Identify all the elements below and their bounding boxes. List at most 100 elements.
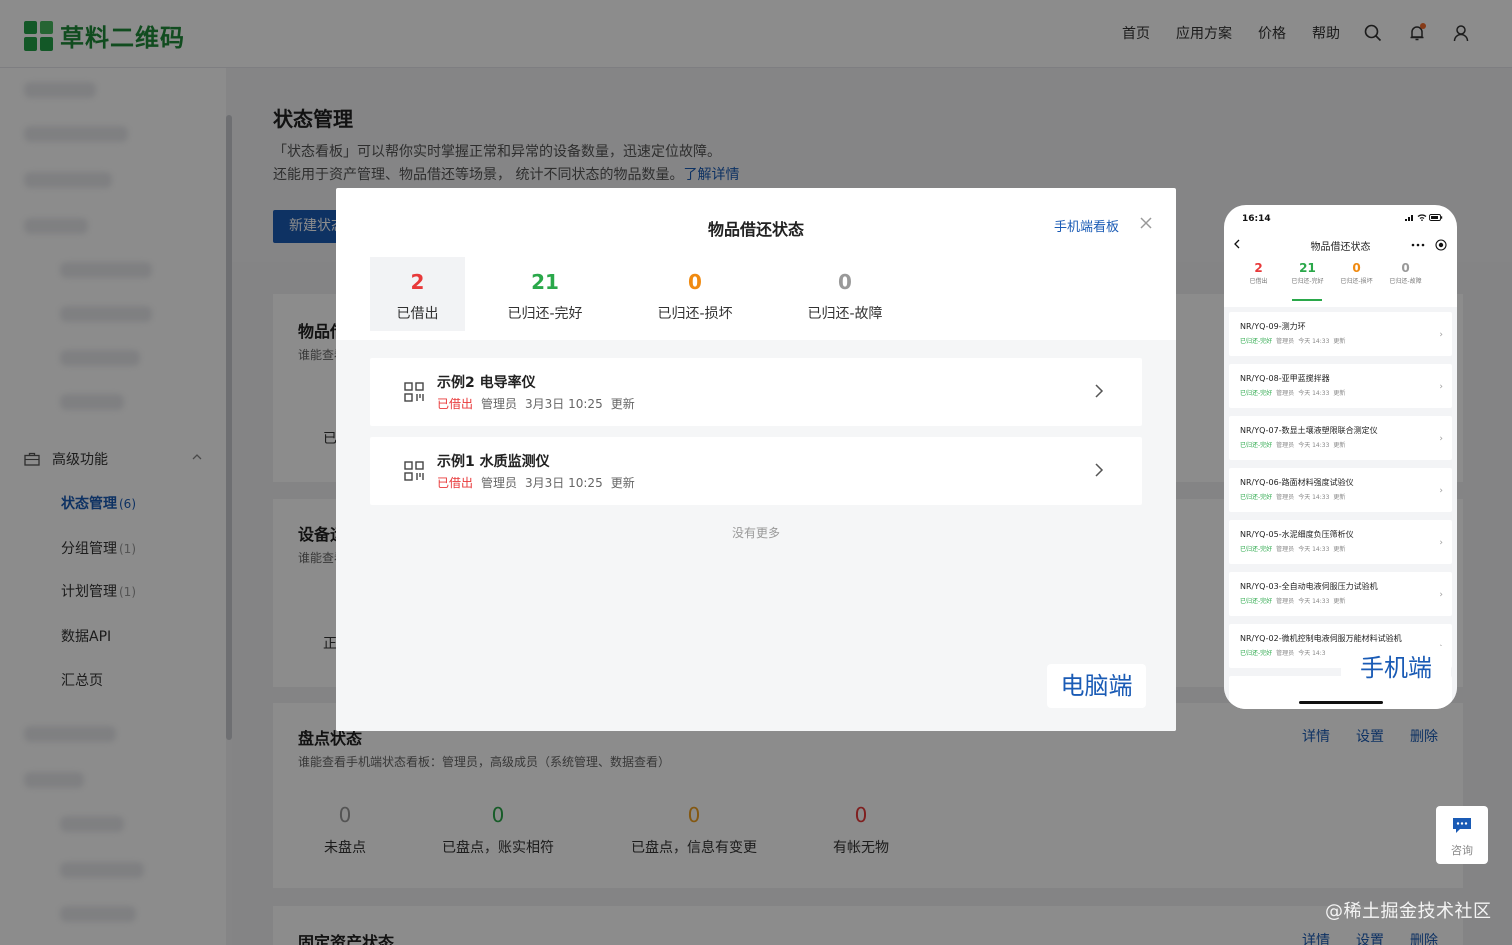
tab-returned-faulty[interactable]: 0 已归还-故障 <box>781 257 909 331</box>
mobile-label: 手机端 <box>1341 646 1451 690</box>
item-time: 3月3日 10:25 <box>525 397 603 411</box>
phone-item-name: NR/YQ-09-测力环 <box>1240 322 1306 331</box>
mobile-board-link[interactable]: 手机端看板 <box>1054 216 1119 235</box>
more-icon[interactable] <box>1411 243 1425 247</box>
phone-tab-count: 0 <box>1352 261 1361 275</box>
phone-item-action: 更新 <box>1333 598 1346 605</box>
phone-item-action: 更新 <box>1333 494 1346 501</box>
phone-tab[interactable]: 2 已借出 <box>1234 261 1283 286</box>
item-meta: 已借出 管理员 3月3日 10:25 更新 <box>437 395 643 412</box>
phone-item-time: 今天 14:3 <box>1298 650 1326 657</box>
tab-label: 已归还-故障 <box>807 306 883 322</box>
wifi-icon <box>1417 214 1427 221</box>
list-item[interactable]: 示例1 水质监测仪 已借出 管理员 3月3日 10:25 更新 <box>370 437 1142 505</box>
phone-item-user: 管理员 <box>1276 546 1295 553</box>
phone-tab-count: 21 <box>1299 261 1316 275</box>
phone-tab-count: 2 <box>1254 261 1263 275</box>
phone-item-name: NR/YQ-07-数显土壤液塑限联合测定仪 <box>1240 426 1378 435</box>
item-user: 管理员 <box>481 397 518 411</box>
item-name: 示例1 水质监测仪 <box>437 454 550 470</box>
phone-item-time: 今天 14:33 <box>1298 442 1330 449</box>
phone-item-meta: 已归还-完好 管理员 今天 14:33 更新 <box>1240 544 1349 553</box>
phone-tab-label: 已归还-故障 <box>1389 278 1422 285</box>
tab-borrowed[interactable]: 2 已借出 <box>370 257 465 331</box>
tab-count: 21 <box>531 270 559 294</box>
phone-item-action: 更新 <box>1333 390 1346 397</box>
chevron-right-icon: › <box>1439 486 1443 496</box>
item-status: 已借出 <box>437 397 474 411</box>
phone-tabs: 2 已借出 21 已归还-完好 0 已归还-损坏 0 已归还-故障 <box>1234 261 1430 286</box>
phone-item-meta: 已归还-完好 管理员 今天 14:33 更新 <box>1240 336 1349 345</box>
tab-label: 已归还-完好 <box>507 306 583 322</box>
phone-item-meta: 已归还-完好 管理员 今天 14:33 更新 <box>1240 440 1349 449</box>
phone-item-user: 管理员 <box>1276 442 1295 449</box>
item-status: 已借出 <box>437 476 474 490</box>
mobile-preview: 16:14 物品借还状态 2 已借出 21 已归还-完好 0 已归还-损坏 0 已归还-… <box>1224 205 1457 709</box>
phone-item-name: NR/YQ-08-亚甲蓝搅拌器 <box>1240 374 1330 383</box>
item-action: 更新 <box>610 397 635 411</box>
chat-icon <box>1453 818 1471 833</box>
phone-status-icons <box>1405 214 1443 221</box>
phone-list-item[interactable]: NR/YQ-05-水泥细度负压筛析仪 已归还-完好 管理员 今天 14:33 更新 › <box>1229 520 1452 564</box>
consult-button[interactable]: 咨询 <box>1436 806 1488 864</box>
tab-returned-good[interactable]: 21 已归还-完好 <box>481 257 609 331</box>
phone-list-item[interactable]: NR/YQ-08-亚甲蓝搅拌器 已归还-完好 管理员 今天 14:33 更新 › <box>1229 364 1452 408</box>
consult-label: 咨询 <box>1451 844 1473 857</box>
phone-item-user: 管理员 <box>1276 650 1295 657</box>
chevron-right-icon: › <box>1439 434 1443 444</box>
close-icon[interactable] <box>1138 215 1154 231</box>
phone-item-user: 管理员 <box>1276 338 1295 345</box>
tab-count: 0 <box>688 270 702 294</box>
phone-list-item[interactable]: NR/YQ-09-测力环 已归还-完好 管理员 今天 14:33 更新 › <box>1229 312 1452 356</box>
phone-tab-indicator <box>1292 299 1322 301</box>
modal-title: 物品借还状态 <box>707 220 804 239</box>
phone-tab[interactable]: 0 已归还-故障 <box>1381 261 1430 286</box>
phone-item-status: 已归还-完好 <box>1240 338 1273 345</box>
target-icon[interactable] <box>1435 239 1447 251</box>
item-meta: 已借出 管理员 3月3日 10:25 更新 <box>437 474 643 491</box>
item-time: 3月3日 10:25 <box>525 476 603 490</box>
phone-item-meta: 已归还-完好 管理员 今天 14:33 更新 <box>1240 388 1349 397</box>
phone-item-meta: 已归还-完好 管理员 今天 14:33 更新 <box>1240 596 1349 605</box>
phone-list-item[interactable]: NR/YQ-06-路面材料强度试验仪 已归还-完好 管理员 今天 14:33 更新 › <box>1229 468 1452 512</box>
phone-item-status: 已归还-完好 <box>1240 546 1273 553</box>
status-board-modal: 物品借还状态 手机端看板 2 已借出 21 已归还-完好 0 已归还-损坏 0 已归还-… <box>336 188 1176 731</box>
phone-item-time: 今天 14:33 <box>1298 598 1330 605</box>
tab-count: 2 <box>410 270 425 294</box>
status-tabs: 2 已借出 21 已归还-完好 0 已归还-损坏 0 已归还-故障 <box>370 257 909 331</box>
phone-item-time: 今天 14:33 <box>1298 494 1330 501</box>
chevron-right-icon <box>1095 384 1104 398</box>
phone-item-name: NR/YQ-06-路面材料强度试验仪 <box>1240 478 1354 487</box>
phone-item-user: 管理员 <box>1276 390 1295 397</box>
battery-icon <box>1429 214 1443 221</box>
tab-returned-damaged[interactable]: 0 已归还-损坏 <box>631 257 759 331</box>
phone-list-item[interactable]: NR/YQ-07-数显土壤液塑限联合测定仪 已归还-完好 管理员 今天 14:33 更新… <box>1229 416 1452 460</box>
phone-tab[interactable]: 0 已归还-损坏 <box>1332 261 1381 286</box>
phone-list-item[interactable]: NR/YQ-03-全自动电液伺服压力试验机 已归还-完好 管理员 今天 14:33 更新… <box>1229 572 1452 616</box>
phone-item-time: 今天 14:33 <box>1298 338 1330 345</box>
chevron-right-icon: › <box>1439 590 1443 600</box>
phone-item-name: NR/YQ-05-水泥细度负压筛析仪 <box>1240 530 1354 539</box>
phone-item-status: 已归还-完好 <box>1240 494 1273 501</box>
phone-item-status: 已归还-完好 <box>1240 442 1273 449</box>
phone-item-status: 已归还-完好 <box>1240 598 1273 605</box>
phone-home-indicator <box>1299 701 1383 704</box>
tab-label: 已归还-损坏 <box>657 306 733 322</box>
qr-code-icon <box>404 382 424 402</box>
watermark: @稀土掘金技术社区 <box>1325 901 1492 922</box>
chevron-right-icon: › <box>1439 538 1443 548</box>
phone-item-action: 更新 <box>1333 338 1346 345</box>
chevron-right-icon: › <box>1439 330 1443 340</box>
phone-tab-count: 0 <box>1401 261 1410 275</box>
item-user: 管理员 <box>481 476 518 490</box>
item-name: 示例2 电导率仪 <box>437 375 536 391</box>
phone-item-time: 今天 14:33 <box>1298 546 1330 553</box>
phone-time: 16:14 <box>1242 214 1271 224</box>
list-item[interactable]: 示例2 电导率仪 已借出 管理员 3月3日 10:25 更新 <box>370 358 1142 426</box>
phone-item-name: NR/YQ-03-全自动电液伺服压力试验机 <box>1240 582 1378 591</box>
phone-item-status: 已归还-完好 <box>1240 650 1273 657</box>
phone-item-action: 更新 <box>1333 442 1346 449</box>
phone-tab[interactable]: 21 已归还-完好 <box>1283 261 1332 286</box>
phone-item-name: NR/YQ-02-微机控制电液伺服万能材料试验机 <box>1240 634 1402 643</box>
qr-code-icon <box>404 461 424 481</box>
